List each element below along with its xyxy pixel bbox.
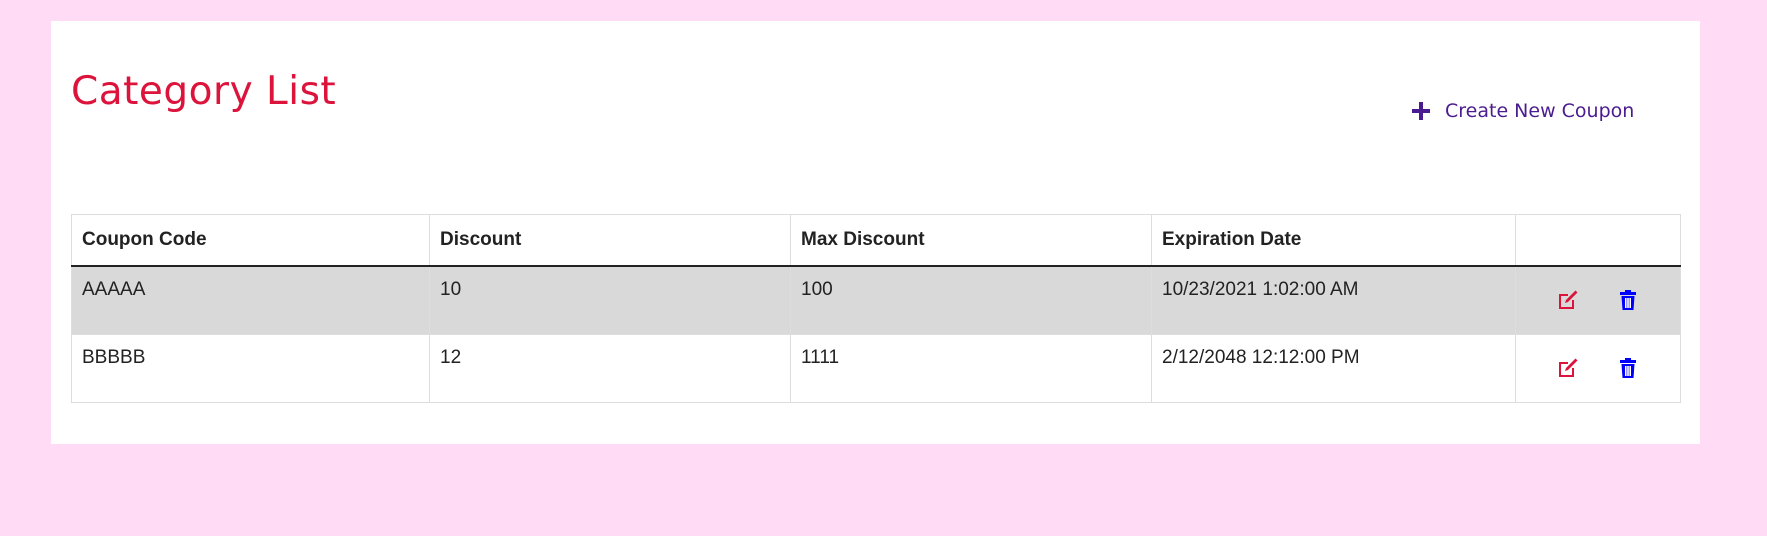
trash-icon[interactable] — [1615, 355, 1641, 381]
header-coupon-code: Coupon Code — [71, 214, 430, 267]
cell-actions — [1515, 265, 1681, 335]
cell-expiration-date: 10/23/2021 1:02:00 AM — [1151, 265, 1516, 335]
table-row: AAAAA 10 100 10/23/2021 1:02:00 AM — [71, 265, 1681, 335]
coupon-table: Coupon Code Discount Max Discount Expira… — [71, 214, 1681, 403]
header-discount: Discount — [429, 214, 791, 267]
coupon-table-container: Coupon Code Discount Max Discount Expira… — [71, 214, 1681, 403]
create-new-coupon-link[interactable]: Create New Coupon — [1411, 100, 1634, 122]
cell-actions — [1515, 333, 1681, 403]
header-actions — [1515, 214, 1681, 267]
cell-discount: 10 — [429, 265, 791, 335]
cell-max-discount: 100 — [790, 265, 1152, 335]
cell-discount: 12 — [429, 333, 791, 403]
edit-icon[interactable] — [1555, 287, 1581, 313]
edit-icon[interactable] — [1555, 355, 1581, 381]
trash-icon[interactable] — [1615, 287, 1641, 313]
header-max-discount: Max Discount — [790, 214, 1152, 267]
table-row: BBBBB 12 1111 2/12/2048 12:12:00 PM — [71, 333, 1681, 403]
cell-max-discount: 1111 — [790, 333, 1152, 403]
plus-icon — [1411, 101, 1431, 121]
cell-expiration-date: 2/12/2048 12:12:00 PM — [1151, 333, 1516, 403]
create-new-coupon-label: Create New Coupon — [1445, 100, 1635, 122]
cell-coupon-code: AAAAA — [71, 265, 430, 335]
page-title: Category List — [71, 69, 337, 114]
content-card: Category List Create New Coupon Coupon C… — [51, 21, 1700, 444]
table-header-row: Coupon Code Discount Max Discount Expira… — [71, 214, 1681, 267]
header-expiration-date: Expiration Date — [1151, 214, 1516, 267]
cell-coupon-code: BBBBB — [71, 333, 430, 403]
